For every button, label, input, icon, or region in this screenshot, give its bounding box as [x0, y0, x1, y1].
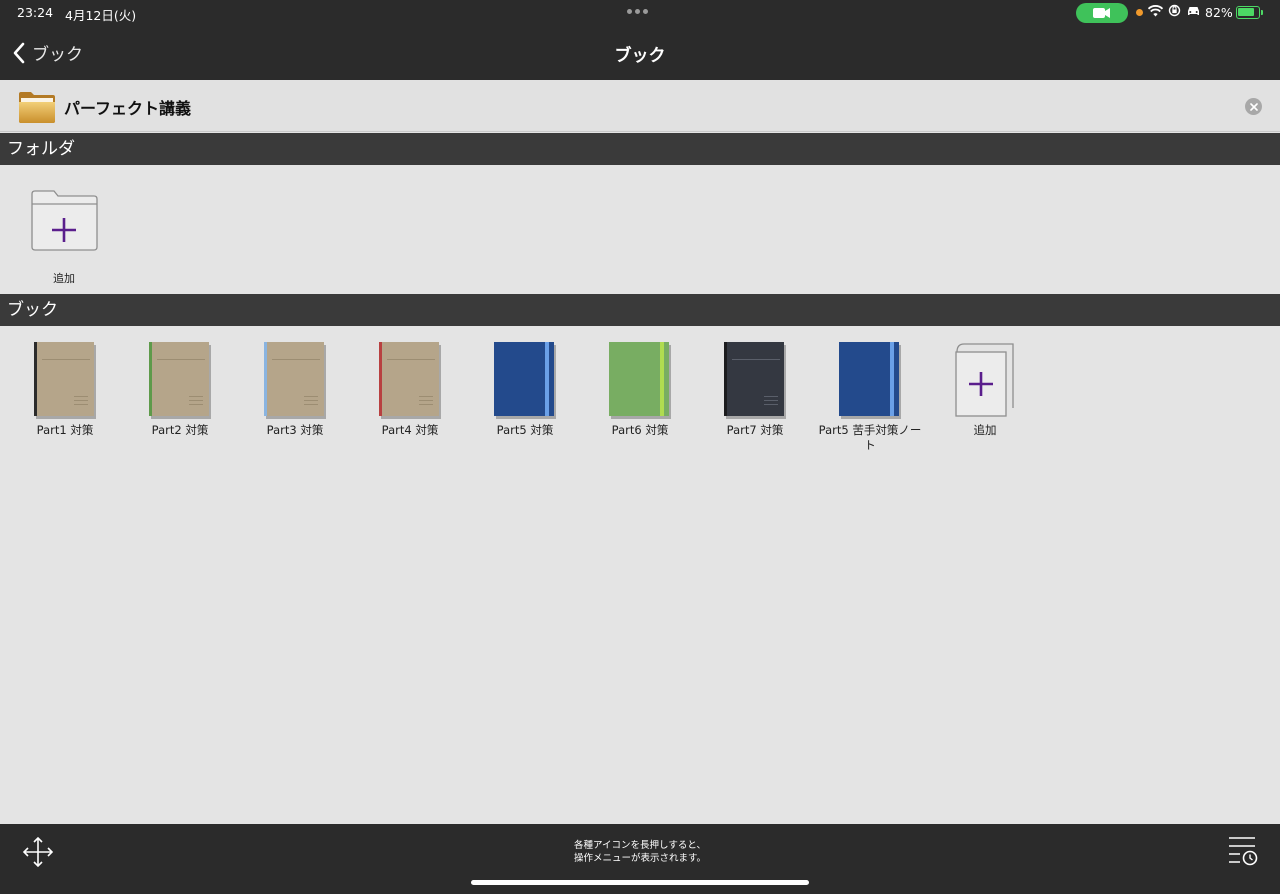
cover-label-line [304, 396, 318, 397]
cover-label-line [304, 400, 318, 401]
folder-icon [19, 92, 55, 123]
status-bar: 23:24 4月12日(火) 82% [0, 0, 1280, 26]
books-section-header: ブック [0, 294, 1280, 326]
book-label: Part3 対策 [266, 423, 324, 437]
battery-percentage: 82% [1205, 5, 1233, 20]
folder-add-icon [31, 190, 98, 251]
hint-text: 各種アイコンを長押しすると、 操作メニューが表示されます。 [0, 839, 1280, 865]
status-date: 4月12日(火) [65, 8, 137, 23]
camera-indicator-icon [1076, 3, 1128, 23]
home-indicator[interactable] [471, 880, 809, 885]
cover-line [732, 359, 780, 360]
cover-line [42, 359, 90, 360]
status-icons [1148, 4, 1201, 17]
multitasking-dots-icon[interactable] [627, 9, 648, 14]
car-icon [1188, 6, 1199, 15]
books-grid: Part1 対策 Part2 対策 Part3 対策 Part4 対策 Part… [0, 340, 1280, 460]
cover-line [157, 359, 205, 360]
cover-label-line [419, 396, 433, 397]
battery-fill [1238, 8, 1254, 16]
hint-line-1: 各種アイコンを長押しすると、 [574, 840, 706, 851]
book-cover [724, 342, 784, 416]
cover-label-line [304, 404, 318, 405]
folder-title: パーフェクト講義 [64, 99, 192, 118]
cover-label-line [74, 400, 88, 401]
book-label: Part5 苦手対策ノート [818, 423, 922, 452]
book-cover [34, 342, 94, 416]
cover-label-line [419, 404, 433, 405]
book-cover [494, 342, 554, 416]
history-menu-button[interactable] [1226, 834, 1260, 872]
book-cover [609, 342, 669, 416]
cover-line [387, 359, 435, 360]
cover-label-line [189, 396, 203, 397]
mic-indicator-dot [1136, 9, 1143, 16]
cover-label-line [189, 400, 203, 401]
add-folder-button[interactable]: 追加 [28, 188, 100, 286]
page-title: ブック [614, 46, 666, 66]
battery-cap [1261, 10, 1263, 15]
clear-button[interactable] [1245, 98, 1262, 115]
book-label: Part7 対策 [726, 423, 784, 437]
book-label: Part6 対策 [611, 423, 669, 437]
book-label: Part2 対策 [151, 423, 209, 437]
book-cover [379, 342, 439, 416]
folder-section-header: フォルダ [0, 133, 1280, 165]
list-history-icon [1229, 837, 1258, 866]
battery-icon [1236, 6, 1260, 19]
book-add-icon [955, 343, 1014, 417]
book-cover [839, 342, 899, 416]
book-cover [264, 342, 324, 416]
cover-label-line [74, 396, 88, 397]
cover-line [272, 359, 320, 360]
book-label: Part1 対策 [36, 423, 94, 437]
cover-label-line [764, 400, 778, 401]
navigation-bar: ブック ブック [0, 26, 1280, 80]
cover-label-line [764, 396, 778, 397]
cover-label-line [189, 404, 203, 405]
status-time: 23:24 [17, 5, 54, 20]
bottom-toolbar: 各種アイコンを長押しすると、 操作メニューが表示されます。 [0, 824, 1280, 894]
book-label: Part5 対策 [496, 423, 554, 437]
add-folder-label: 追加 [53, 272, 75, 285]
rotation-lock-icon [1168, 4, 1181, 17]
book-cover [149, 342, 209, 416]
current-folder-header: パーフェクト講義 [0, 80, 1280, 132]
wifi-icon [1148, 4, 1163, 16]
add-book-label: 追加 [973, 423, 997, 437]
close-icon [1249, 102, 1258, 111]
cover-label-line [74, 404, 88, 405]
hint-line-2: 操作メニューが表示されます。 [573, 853, 707, 864]
book-label: Part4 対策 [381, 423, 439, 437]
cover-label-line [419, 400, 433, 401]
cover-label-line [764, 404, 778, 405]
